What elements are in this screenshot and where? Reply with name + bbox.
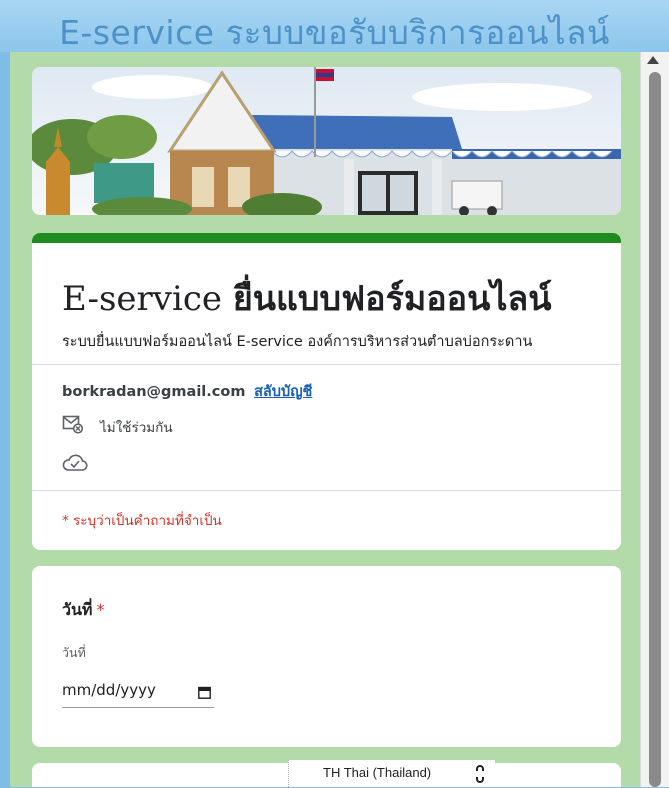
header-banner-image [32, 67, 621, 215]
form-description: ระบบยื่นแบบฟอร์มออนไลน์ E-service องค์กา… [62, 334, 533, 350]
scroll-up-icon[interactable] [647, 56, 659, 64]
question-label: วันที่ * [62, 598, 104, 623]
office-building-banner-icon [32, 67, 621, 215]
switch-account-link[interactable]: สลับบัญชี [254, 384, 312, 400]
cloud-check-icon [62, 453, 88, 477]
form-title-thai: ยื่นแบบฟอร์มออนไลน์ [232, 279, 552, 319]
form-header-card: E-service ยื่นแบบฟอร์มออนไลน์ ระบบยื่นแบ… [32, 233, 621, 550]
date-input[interactable]: mm/dd/yyyy [62, 678, 214, 708]
header-accent-bar [32, 233, 621, 243]
mail-crossed-icon [62, 414, 84, 438]
account-email: borkradan@gmail.com [62, 384, 246, 400]
form-title-latin: E-service [62, 279, 223, 319]
scrollbar-thumb[interactable] [649, 72, 661, 787]
question-label-text: วันที่ [62, 600, 93, 619]
form-viewport: E-service ยื่นแบบฟอร์มออนไลน์ ระบบยื่นแบ… [10, 52, 640, 787]
form-title: E-service ยื่นแบบฟอร์มออนไลน์ [62, 271, 552, 325]
language-selector[interactable]: TH Thai (Thailand) [288, 760, 495, 787]
language-selected-value: TH Thai (Thailand) [323, 765, 432, 780]
required-star: * [96, 600, 105, 619]
vertical-scrollbar[interactable] [640, 52, 669, 787]
question-card-date: วันที่ * วันที่ mm/dd/yyyy [32, 566, 621, 747]
expand-collapse-icon[interactable] [475, 764, 485, 788]
date-placeholder: mm/dd/yyyy [62, 681, 156, 699]
account-line: borkradan@gmail.com สลับบัญชี [62, 380, 312, 403]
required-note: * ระบุว่าเป็นคำถามที่จำเป็น [62, 513, 222, 529]
window-title-bar: E-service ระบบขอรับบริการออนไลน์ [0, 0, 669, 52]
account-divider [32, 490, 621, 491]
header-divider [32, 364, 621, 365]
question-sub-label: วันที่ [62, 645, 86, 660]
window-title: E-service ระบบขอรับบริการออนไลน์ [59, 13, 610, 52]
not-shared-label: ไม่ใช้ร่วมกัน [100, 420, 173, 436]
calendar-icon[interactable] [198, 684, 211, 703]
